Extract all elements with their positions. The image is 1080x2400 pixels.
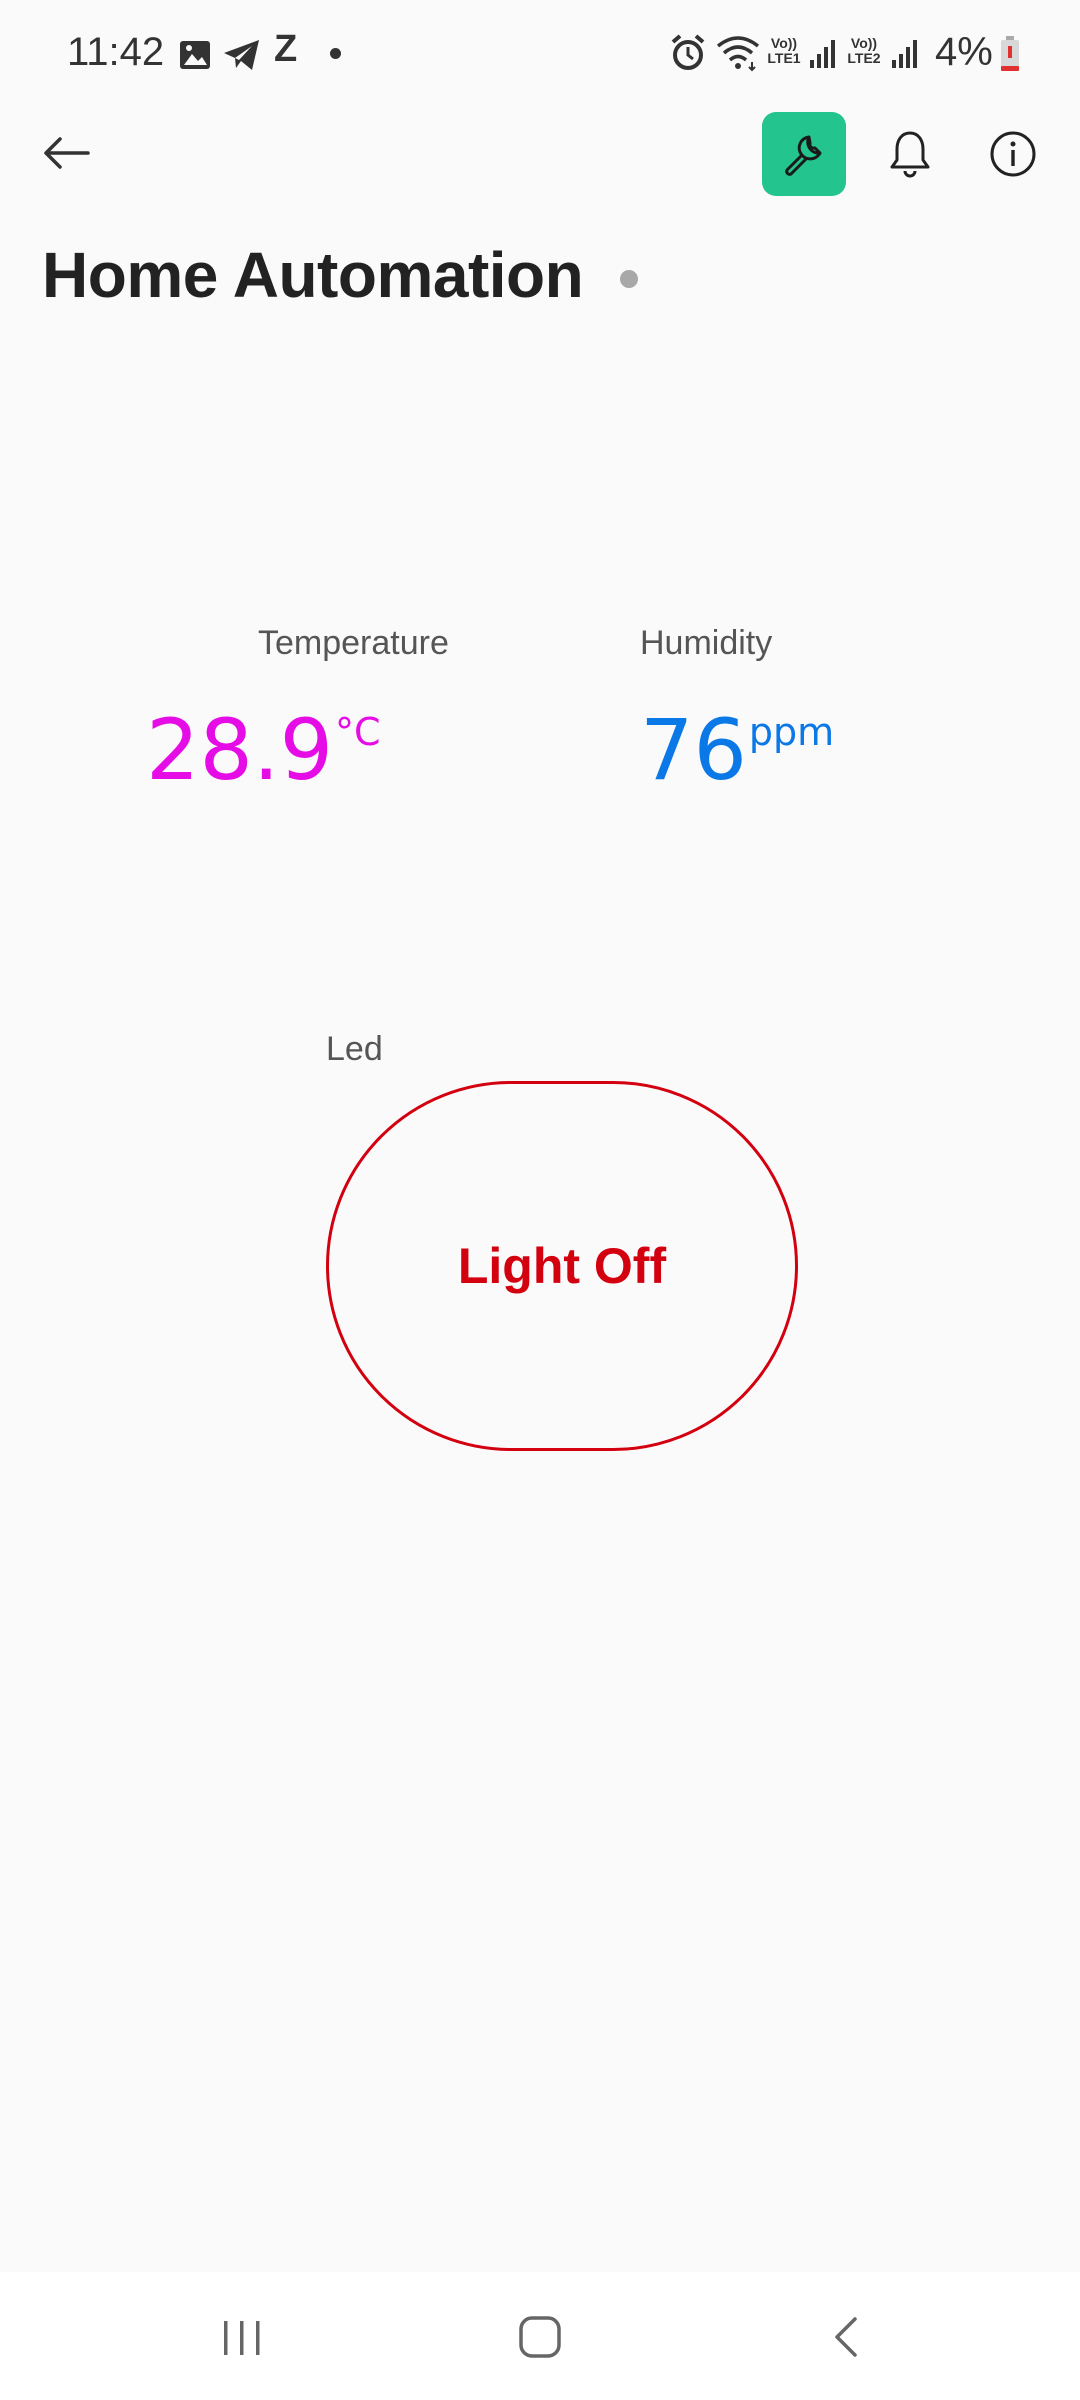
settings-button[interactable] [762, 112, 846, 196]
arrow-left-icon [44, 137, 90, 169]
status-time: 11:42 [67, 30, 165, 74]
status-bar: 11:42 Z Vo)) LTE1 Vo)) LTE2 4% [0, 0, 1080, 108]
back-icon [835, 2317, 857, 2357]
recents-button[interactable] [202, 2302, 282, 2372]
lte1-label: Vo)) LTE1 [767, 35, 801, 66]
bell-icon [890, 131, 930, 178]
home-icon [519, 2316, 561, 2358]
alarm-icon [671, 34, 705, 70]
info-icon [990, 131, 1036, 177]
device-status-dot [620, 270, 638, 288]
telegram-icon [224, 40, 259, 70]
image-icon [180, 41, 210, 69]
humidity-unit: ppm [748, 710, 835, 754]
led-label: Led [326, 1030, 383, 1068]
temperature-value-display: 28.9°C [146, 708, 381, 792]
nav-back-button[interactable] [806, 2302, 886, 2372]
z-icon: Z [274, 28, 298, 70]
temperature-unit: °C [335, 710, 381, 754]
wifi-icon [716, 36, 760, 72]
notifications-button[interactable] [880, 124, 940, 184]
led-toggle-button[interactable]: Light Off [326, 1081, 798, 1451]
temperature-label: Temperature [258, 624, 449, 662]
humidity-value: 76 [640, 701, 747, 799]
recents-icon [224, 2321, 260, 2355]
led-button-text: Light Off [457, 1238, 667, 1294]
humidity-value-display: 76ppm [640, 708, 834, 792]
page-title: Home Automation [42, 239, 584, 311]
dot-icon [330, 48, 341, 59]
temperature-value: 28.9 [146, 701, 334, 799]
battery-percent: 4% [935, 30, 993, 74]
navigation-bar [0, 2272, 1080, 2400]
wrench-icon [785, 135, 822, 176]
humidity-label: Humidity [640, 624, 773, 662]
signal-lte1-icon [810, 40, 835, 68]
battery-low-icon [1001, 36, 1019, 71]
info-button[interactable] [983, 124, 1043, 184]
home-button[interactable] [500, 2302, 580, 2372]
signal-lte2-icon [892, 40, 917, 68]
lte2-label: Vo)) LTE2 [847, 35, 881, 66]
back-button[interactable] [38, 125, 94, 181]
